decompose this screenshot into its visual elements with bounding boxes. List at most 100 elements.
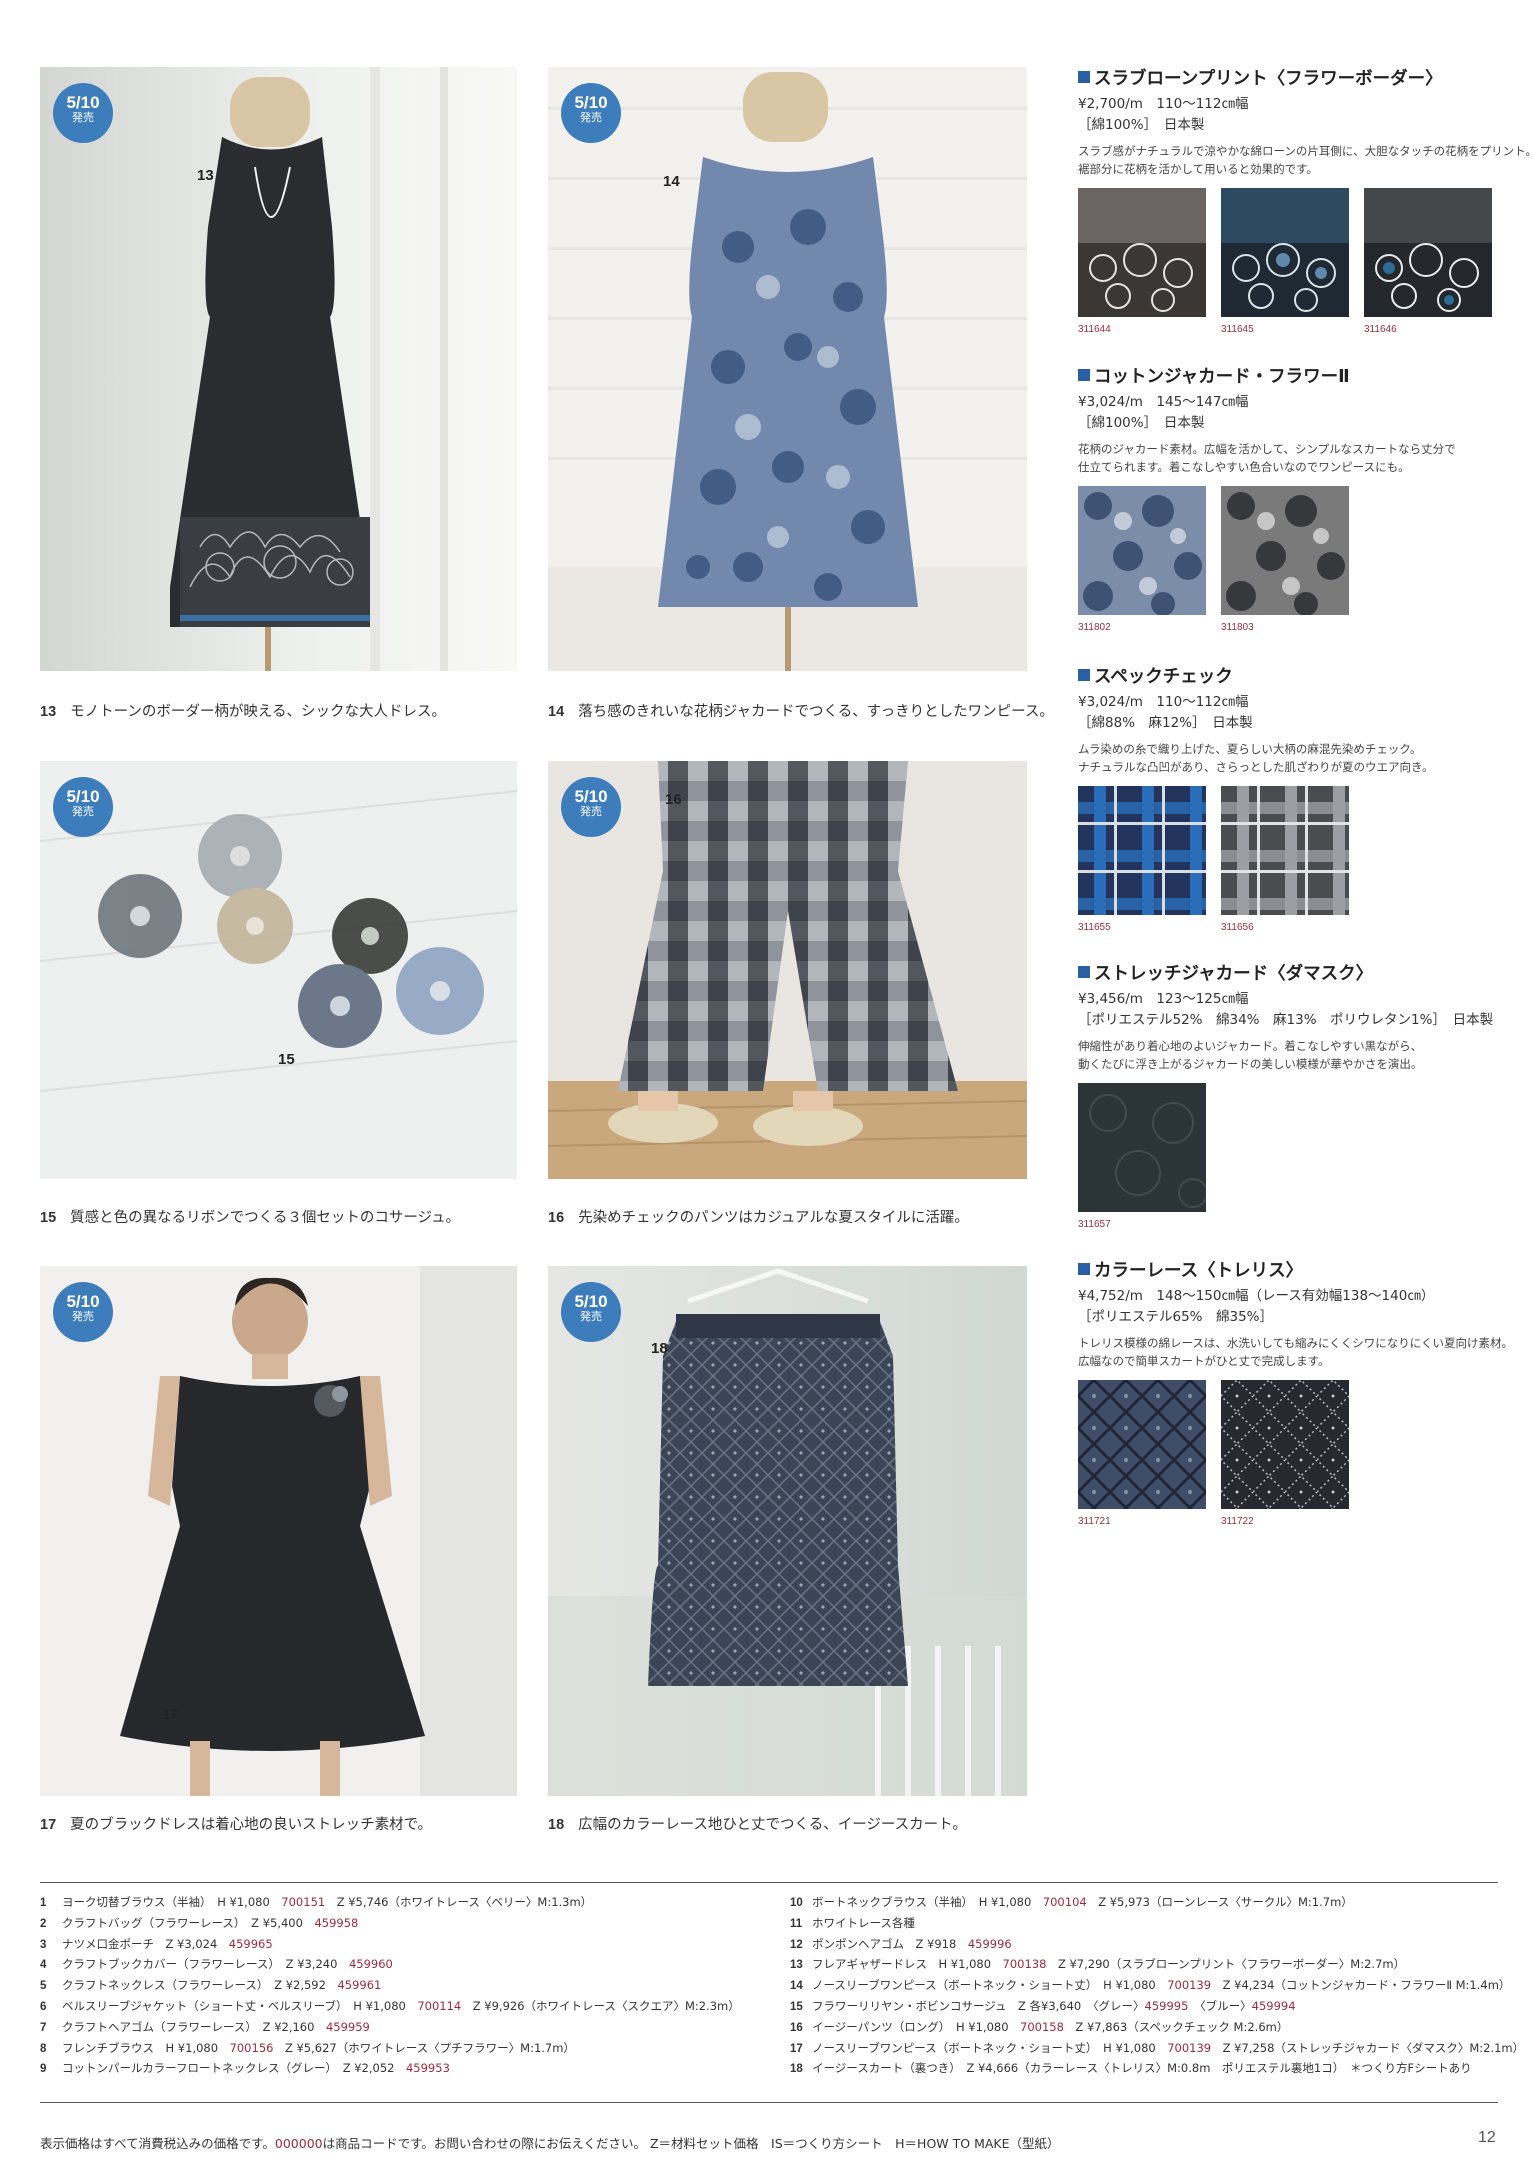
fabric-desc: トレリス模様の綿レースは、水洗いしても縮みにくくシワになりにくい夏向け素材。 広… — [1078, 1334, 1514, 1370]
footer-divider — [40, 2102, 1498, 2103]
photo-number: 16 — [665, 791, 682, 808]
square-bullet-icon — [1078, 71, 1090, 83]
fabric-spec: ［綿100%］ 日本製 — [1078, 117, 1205, 133]
footer-text: 表示価格はすべて消費税込みの価格です。 — [40, 2136, 275, 2151]
caption-17: 17 夏のブラックドレスは着心地の良いストレッチ素材で。 — [40, 1813, 432, 1834]
footer-code-sample: 000000 — [274, 2136, 323, 2151]
fabric-desc-line: トレリス模様の綿レースは、水洗いしても縮みにくくシワになりにくい夏向け素材。 — [1078, 1336, 1514, 1350]
swatch-row: 311721 311722 — [1078, 1380, 1498, 1540]
caption-text: 先染めチェックのパンツはカジュアルな夏スタイルに活躍。 — [578, 1210, 969, 1226]
release-label: 発売 — [580, 1311, 602, 1323]
fabric-swatch[interactable] — [1221, 188, 1349, 317]
fabric-swatch[interactable] — [1078, 1083, 1206, 1212]
fabric-price: ¥3,456/m 123〜125㎝幅 — [1078, 991, 1249, 1007]
release-badge: 5/10 発売 — [53, 1282, 113, 1342]
fabric-spec: ［ポリエステル65% 綿35%］ — [1078, 1309, 1274, 1325]
product-row: 3 ナツメ口金ポーチ Z ¥3,024 459965 — [40, 1936, 273, 1951]
release-date: 5/10 — [66, 93, 100, 112]
fabric-code: 311655 — [1078, 922, 1111, 933]
product-row: 7 クラフトヘアゴム（フラワーレース） Z ¥2,160 459959 — [40, 2019, 370, 2034]
fabric-spec: ［綿100%］ 日本製 — [1078, 415, 1205, 431]
product-list-left: 1 ヨーク切替ブラウス（半袖） H ¥1,080 700151 Z ¥5,746（… — [40, 1893, 740, 2080]
fabric-swatch[interactable] — [1078, 786, 1206, 915]
fabric-spec: ［綿88% 麻12%］ 日本製 — [1078, 715, 1253, 731]
caption-number: 17 — [40, 1817, 57, 1833]
fabric-title: スペックチェック — [1078, 663, 1498, 688]
fabric-speck-check: スペックチェック ¥3,024/m 110〜112㎝幅 ［綿88% 麻12%］ … — [1078, 663, 1498, 946]
photo-number: 17 — [162, 1706, 179, 1723]
release-date: 5/10 — [66, 787, 100, 806]
product-row: 1 ヨーク切替ブラウス（半袖） H ¥1,080 700151 Z ¥5,746（… — [40, 1895, 593, 1909]
product-row: 14 ノースリーブワンピース（ボートネック・ショート丈） H ¥1,080 700… — [790, 1978, 1511, 1993]
release-badge: 5/10 発売 — [561, 777, 621, 837]
square-bullet-icon — [1078, 966, 1090, 978]
photo-number: 14 — [663, 173, 680, 190]
release-badge: 5/10 発売 — [561, 83, 621, 143]
fabric-desc-line: 仕立てられます。着こなしやすい色合いなのでワンピースにも。 — [1078, 460, 1410, 474]
fabric-price: ¥3,024/m 145〜147㎝幅 — [1078, 394, 1249, 410]
product-row: 16 イージーパンツ（ロング） H ¥1,080 700158 Z ¥7,863（… — [790, 2019, 1289, 2034]
fabric-swatch[interactable] — [1221, 786, 1349, 915]
caption-13: 13 モノトーンのボーダー柄が映える、シックな大人ドレス。 — [40, 700, 446, 721]
caption-18: 18 広幅のカラーレース地ひと丈でつくる、イージースカート。 — [548, 1813, 967, 1834]
fabric-desc-line: ムラ染めの糸で織り上げた、夏らしい大柄の麻混先染めチェック。 — [1078, 742, 1422, 756]
fabric-desc-line: ナチュラルな凸凹があり、さらっとした肌ざわりが夏のウエア向き。 — [1078, 760, 1434, 774]
product-row: 10 ボートネックブラウス（半袖） H ¥1,080 700104 Z ¥5,97… — [790, 1895, 1353, 1909]
product-row: 4 クラフトブックカバー（フラワーレース） Z ¥3,240 459960 — [40, 1957, 393, 1972]
photo-13: 5/10 発売 13 — [40, 67, 517, 671]
fabric-desc-line: 広幅なので簡単スカートがひと丈で完成します。 — [1078, 1354, 1330, 1368]
fabric-swatch[interactable] — [1078, 486, 1206, 615]
fabric-info: ¥3,456/m 123〜125㎝幅 ［ポリエステル52% 綿34% 麻13% … — [1078, 989, 1498, 1031]
photo-number: 18 — [651, 1340, 668, 1357]
fabric-swatch[interactable] — [1078, 1380, 1206, 1509]
caption-number: 15 — [40, 1210, 57, 1226]
release-label: 発売 — [72, 112, 94, 124]
fabric-code: 311722 — [1221, 1516, 1254, 1527]
release-date: 5/10 — [574, 787, 608, 806]
fabric-swatch[interactable] — [1221, 486, 1349, 615]
fabric-desc-line: スラブ感がナチュラルで涼やかな綿ローンの片耳側に、大胆なタッチの花柄をプリント。 — [1078, 144, 1532, 158]
fabric-desc-line: 裾部分に花柄を活かして用いると効果的です。 — [1078, 162, 1319, 176]
fabric-code: 311802 — [1078, 622, 1111, 633]
release-date: 5/10 — [574, 93, 608, 112]
fabric-swatch[interactable] — [1078, 188, 1206, 317]
fabric-price: ¥3,024/m 110〜112㎝幅 — [1078, 694, 1249, 710]
product-row: 6 ベルスリーブジャケット（ショート丈・ベルスリーブ） H ¥1,080 7001… — [40, 1998, 740, 2013]
fabric-title: ストレッチジャカード〈ダマスク〉 — [1078, 960, 1498, 985]
fabric-title: カラーレース〈トレリス〉 — [1078, 1257, 1498, 1282]
caption-number: 18 — [548, 1817, 565, 1833]
product-list-right: 10 ボートネックブラウス（半袖） H ¥1,080 700104 Z ¥5,97… — [790, 1893, 1524, 2080]
fabric-code: 311657 — [1078, 1219, 1111, 1230]
photo-14: 5/10 発売 14 — [548, 67, 1027, 671]
footer-note: 表示価格はすべて消費税込みの価格です。000000は商品コードです。お問い合わせ… — [40, 2133, 1060, 2152]
fabric-price: ¥2,700/m 110〜112㎝幅 — [1078, 96, 1249, 112]
fabric-swatch[interactable] — [1364, 188, 1492, 317]
fabric-code: 311644 — [1078, 324, 1111, 335]
fabric-desc-line: 伸縮性があり着心地のよいジャカード。着こなしやすい黒ながら、 — [1078, 1039, 1423, 1053]
product-row: 17 ノースリーブワンピース（ボートネック・ショート丈） H ¥1,080 700… — [790, 2040, 1525, 2055]
photo-number: 15 — [278, 1051, 295, 1068]
swatch-row: 311802 311803 — [1078, 486, 1498, 646]
fabric-info: ¥4,752/m 148〜150㎝幅（レース有効幅138〜140㎝） ［ポリエス… — [1078, 1286, 1498, 1328]
photo-number: 13 — [197, 167, 214, 184]
caption-16: 16 先染めチェックのパンツはカジュアルな夏スタイルに活躍。 — [548, 1206, 969, 1227]
release-label: 発売 — [580, 112, 602, 124]
caption-number: 13 — [40, 704, 57, 720]
page-number: 12 — [1478, 2129, 1496, 2146]
fabric-title: コットンジャカード・フラワーⅡ — [1078, 363, 1498, 388]
product-row: 13 フレアギャザードレス H ¥1,080 700138 Z ¥7,290（スラ… — [790, 1957, 1406, 1972]
photo-18: 5/10 発売 18 — [548, 1266, 1027, 1796]
caption-text: 広幅のカラーレース地ひと丈でつくる、イージースカート。 — [578, 1817, 967, 1833]
product-row: 2 クラフトバッグ（フラワーレース） Z ¥5,400 459958 — [40, 1915, 359, 1930]
fabric-spec: ［ポリエステル52% 綿34% 麻13% ポリウレタン1%］ 日本製 — [1078, 1012, 1494, 1028]
fabric-desc: 伸縮性があり着心地のよいジャカード。着こなしやすい黒ながら、 動くたびに浮き上が… — [1078, 1037, 1498, 1073]
fabric-code: 311646 — [1364, 324, 1397, 335]
release-date: 5/10 — [574, 1292, 608, 1311]
square-bullet-icon — [1078, 369, 1090, 381]
fabric-desc-line: 花柄のジャカード素材。広幅を活かして、シンプルなスカートなら丈分で — [1078, 442, 1456, 456]
fabric-swatch[interactable] — [1221, 1380, 1349, 1509]
fabric-desc: ムラ染めの糸で織り上げた、夏らしい大柄の麻混先染めチェック。 ナチュラルな凸凹が… — [1078, 740, 1498, 776]
square-bullet-icon — [1078, 669, 1090, 681]
fabric-code: 311721 — [1078, 1516, 1111, 1527]
fabric-price: ¥4,752/m 148〜150㎝幅（レース有効幅138〜140㎝） — [1078, 1288, 1435, 1304]
